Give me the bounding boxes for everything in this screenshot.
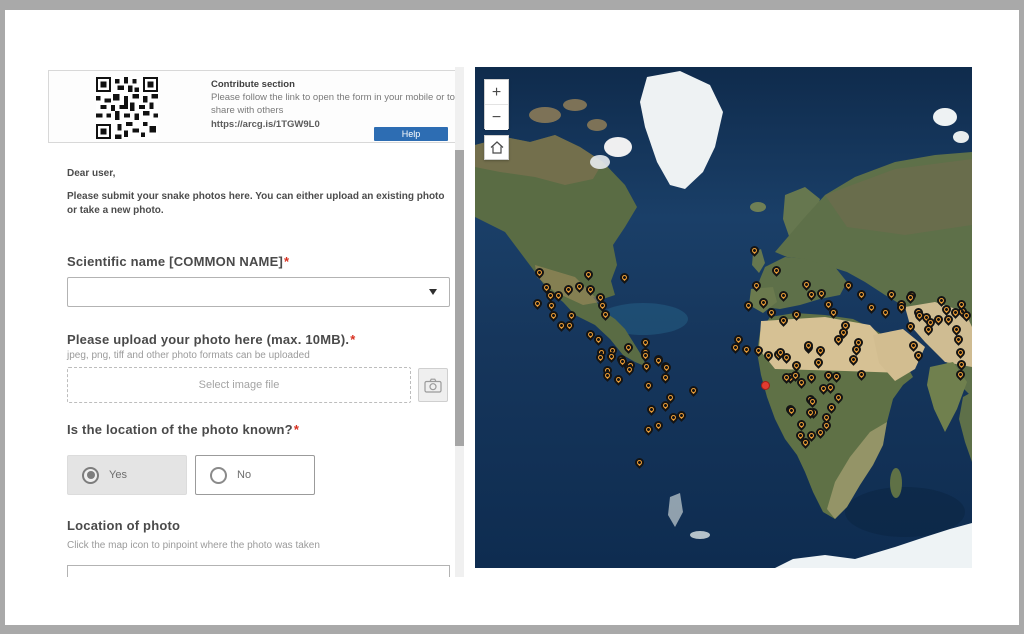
map-pin[interactable] bbox=[904, 320, 917, 333]
map-pin[interactable] bbox=[812, 356, 825, 369]
map-pin[interactable] bbox=[795, 418, 808, 431]
scientific-name-select[interactable] bbox=[67, 277, 450, 307]
map-pin[interactable] bbox=[855, 368, 868, 381]
map-pin[interactable] bbox=[805, 371, 818, 384]
home-button[interactable] bbox=[484, 135, 509, 160]
map-pin[interactable] bbox=[765, 306, 778, 319]
map-pin[interactable] bbox=[865, 301, 878, 314]
map-pin[interactable] bbox=[531, 297, 544, 310]
map-pin[interactable] bbox=[750, 279, 763, 292]
map-pin[interactable] bbox=[582, 268, 595, 281]
map-pin[interactable] bbox=[757, 296, 770, 309]
map-pin[interactable] bbox=[740, 343, 753, 356]
photo-location-input[interactable] bbox=[67, 565, 450, 577]
map-pin[interactable] bbox=[645, 403, 658, 416]
photo-upload-label: Please upload your photo here (max. 10MB… bbox=[67, 332, 355, 347]
required-asterisk: * bbox=[294, 422, 299, 437]
map-pin[interactable] bbox=[652, 419, 665, 432]
pin-layer bbox=[475, 67, 972, 568]
contribute-section-title: Contribute section bbox=[211, 79, 463, 90]
map-pin[interactable] bbox=[533, 266, 546, 279]
world-map[interactable]: + − bbox=[475, 67, 972, 568]
required-asterisk: * bbox=[350, 332, 355, 347]
map-pin[interactable] bbox=[777, 289, 790, 302]
map-pin[interactable] bbox=[547, 309, 560, 322]
map-pin[interactable] bbox=[815, 287, 828, 300]
map-pin[interactable] bbox=[832, 391, 845, 404]
location-known-label: Is the location of the photo known?* bbox=[67, 422, 299, 437]
map-pin[interactable] bbox=[842, 279, 855, 292]
option-no-label: No bbox=[237, 469, 251, 481]
map-pin[interactable] bbox=[879, 306, 892, 319]
map-pin[interactable] bbox=[742, 299, 755, 312]
map-pin[interactable] bbox=[622, 341, 635, 354]
zoom-control: + − bbox=[484, 79, 509, 129]
option-yes[interactable]: Yes bbox=[67, 455, 187, 495]
map-pin[interactable] bbox=[954, 368, 967, 381]
map-pin[interactable] bbox=[885, 288, 898, 301]
map-pin[interactable] bbox=[618, 271, 631, 284]
red-dot-marker[interactable] bbox=[761, 381, 770, 390]
map-pin[interactable] bbox=[562, 283, 575, 296]
take-photo-button[interactable] bbox=[418, 368, 448, 402]
required-asterisk: * bbox=[284, 254, 289, 269]
select-image-file-button[interactable]: Select image file bbox=[67, 367, 411, 403]
intro-greeting: Dear user, bbox=[67, 168, 115, 179]
radio-selected-icon bbox=[82, 467, 99, 484]
map-pin[interactable] bbox=[640, 360, 653, 373]
map-pin[interactable] bbox=[952, 333, 965, 346]
map-pin[interactable] bbox=[687, 384, 700, 397]
map-pin[interactable] bbox=[954, 346, 967, 359]
map-pin[interactable] bbox=[855, 288, 868, 301]
chevron-down-icon bbox=[429, 289, 437, 295]
map-pin[interactable] bbox=[790, 308, 803, 321]
contribute-header-card: Contribute section Please follow the lin… bbox=[48, 70, 460, 143]
photo-location-label: Location of photo bbox=[67, 518, 180, 533]
camera-icon bbox=[424, 378, 442, 393]
map-pin[interactable] bbox=[584, 283, 597, 296]
survey-page: Contribute section Please follow the lin… bbox=[5, 10, 1019, 625]
map-pin[interactable] bbox=[847, 353, 860, 366]
map-pin[interactable] bbox=[612, 373, 625, 386]
zoom-in-button[interactable]: + bbox=[485, 80, 508, 105]
option-no[interactable]: No bbox=[195, 455, 315, 495]
radio-unselected-icon bbox=[210, 467, 227, 484]
contribute-section-subtitle: Please follow the link to open the form … bbox=[211, 92, 463, 118]
map-pin[interactable] bbox=[633, 456, 646, 469]
photo-location-hint: Click the map icon to pinpoint where the… bbox=[67, 540, 320, 551]
intro-message: Please submit your snake photos here. Yo… bbox=[67, 190, 453, 218]
map-pin[interactable] bbox=[770, 264, 783, 277]
form-scrollbar-thumb[interactable] bbox=[455, 150, 464, 446]
zoom-out-button[interactable]: − bbox=[485, 105, 508, 130]
scientific-name-label: Scientific name [COMMON NAME]* bbox=[67, 254, 289, 269]
map-pin[interactable] bbox=[573, 280, 586, 293]
help-button[interactable]: Help bbox=[374, 127, 448, 141]
option-yes-label: Yes bbox=[109, 469, 127, 481]
home-icon bbox=[490, 141, 504, 154]
map-pin[interactable] bbox=[748, 244, 761, 257]
map-pin[interactable] bbox=[814, 344, 827, 357]
photo-upload-hint: jpeg, png, tiff and other photo formats … bbox=[67, 350, 310, 361]
map-pin[interactable] bbox=[642, 379, 655, 392]
map-pin[interactable] bbox=[777, 314, 790, 327]
screenshot-frame: Contribute section Please follow the lin… bbox=[0, 0, 1024, 634]
map-pin[interactable] bbox=[659, 371, 672, 384]
qr-code-icon bbox=[96, 77, 158, 139]
